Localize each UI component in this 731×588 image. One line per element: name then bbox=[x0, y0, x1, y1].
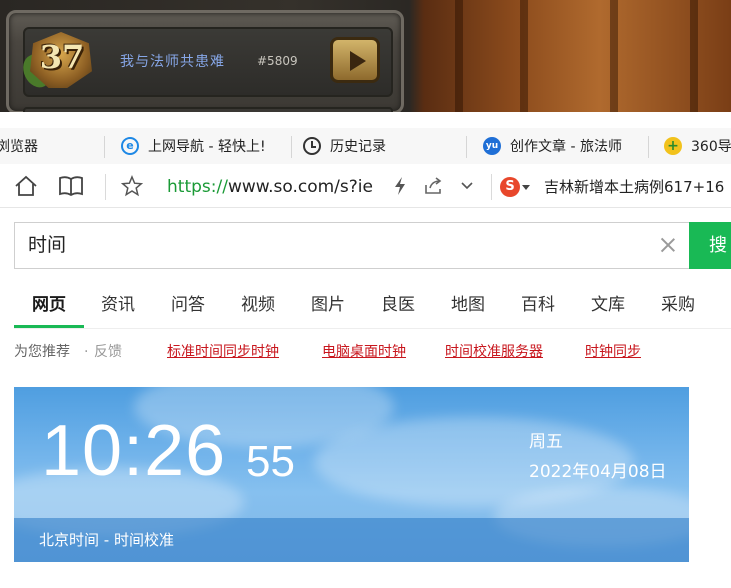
play-button[interactable] bbox=[330, 37, 380, 83]
bookmark-label: 360导 bbox=[691, 139, 731, 155]
book-icon bbox=[59, 176, 83, 197]
bookmark-history[interactable]: 历史记录 bbox=[303, 128, 386, 164]
bookmark-label: 上网导航 - 轻快上! bbox=[148, 139, 266, 155]
url-scheme: https:// bbox=[167, 177, 228, 197]
recommend-label: 为您推荐 bbox=[14, 344, 70, 360]
bookmark-article[interactable]: yu 创作文章 - 旅法师 bbox=[483, 128, 634, 164]
bookmark-label: 创作文章 - 旅法师 bbox=[510, 139, 622, 155]
address-bar[interactable]: https://www.so.com/s?ie bbox=[167, 174, 373, 200]
tab-doctor[interactable]: 良医 bbox=[381, 283, 415, 327]
bookmark-divider bbox=[104, 136, 105, 158]
chevron-down-icon bbox=[461, 182, 473, 190]
yu-icon: yu bbox=[483, 137, 501, 155]
bookmark-label: 浏览器 bbox=[0, 139, 38, 155]
player-level: 37 bbox=[39, 38, 85, 76]
recommend-link[interactable]: 时间校准服务器 bbox=[445, 340, 543, 364]
tab-images[interactable]: 图片 bbox=[311, 283, 345, 327]
toolbar-divider bbox=[105, 174, 106, 200]
bookmarks-bar: 浏览器 e 上网导航 - 轻快上! 历史记录 yu 创作文章 - 旅法师 + 3… bbox=[0, 128, 731, 164]
feedback-link[interactable]: 反馈 bbox=[94, 340, 122, 364]
bookmark-label: 历史记录 bbox=[330, 139, 386, 155]
dropdown-button[interactable] bbox=[453, 172, 481, 200]
search-button[interactable]: 搜 bbox=[689, 222, 731, 269]
play-icon bbox=[350, 51, 366, 71]
search-engine-selector[interactable]: S bbox=[500, 176, 538, 198]
lightning-icon bbox=[395, 177, 405, 195]
wood-texture bbox=[520, 0, 528, 112]
time-card-footer: 北京时间 - 时间校准 bbox=[14, 518, 689, 562]
trending-news[interactable]: 吉林新增本土病例617+16 bbox=[544, 174, 724, 200]
clock-icon bbox=[303, 137, 321, 155]
tab-news[interactable]: 资讯 bbox=[101, 283, 135, 327]
toolbar-divider bbox=[491, 174, 492, 200]
tab-baike[interactable]: 百科 bbox=[521, 283, 555, 327]
bookmark-divider bbox=[466, 136, 467, 158]
bookmark-nav[interactable]: e 上网导航 - 轻快上! bbox=[121, 128, 270, 164]
current-time: 10:26 bbox=[41, 411, 227, 491]
recommend-link[interactable]: 标准时间同步时钟 bbox=[167, 340, 279, 364]
ie-icon: e bbox=[121, 137, 139, 155]
tab-web[interactable]: 网页 bbox=[32, 283, 66, 327]
search-input[interactable]: 时间 bbox=[14, 222, 690, 269]
home-button[interactable] bbox=[12, 172, 40, 200]
search-query: 时间 bbox=[28, 234, 67, 256]
tab-qa[interactable]: 问答 bbox=[171, 283, 205, 327]
separator-dot: · bbox=[84, 344, 89, 360]
game-banner: 37 我与法师共患难 #5809 bbox=[0, 0, 731, 112]
wood-texture bbox=[455, 0, 463, 112]
search-tabs: 网页 资讯 问答 视频 图片 良医 地图 百科 文库 采购 bbox=[14, 283, 731, 329]
bookmark-divider bbox=[291, 136, 292, 158]
bookmark-browser[interactable]: 浏览器 bbox=[0, 128, 38, 164]
recommend-link[interactable]: 时钟同步 bbox=[585, 340, 641, 364]
wood-texture bbox=[610, 0, 618, 112]
page: 37 我与法师共患难 #5809 浏览器 e 上网导航 - 轻快上! 历史记录 … bbox=[0, 0, 731, 588]
current-seconds: 55 bbox=[246, 437, 295, 486]
current-date: 2022年04月08日 bbox=[529, 462, 667, 482]
time-card: 10:26 55 周五 2022年04月08日 北京时间 - 时间校准 bbox=[14, 387, 689, 562]
share-icon bbox=[425, 177, 442, 194]
player-name: 我与法师共患难 bbox=[120, 54, 225, 70]
beijing-time-link[interactable]: 北京时间 - 时间校准 bbox=[39, 518, 174, 562]
share-button[interactable] bbox=[420, 172, 448, 200]
favorite-button[interactable] bbox=[118, 172, 146, 200]
url-text: www.so.com/s?ie bbox=[227, 177, 373, 197]
star-icon bbox=[121, 175, 143, 197]
360-icon: + bbox=[664, 137, 682, 155]
tab-map[interactable]: 地图 bbox=[451, 283, 485, 327]
wood-texture bbox=[690, 0, 698, 112]
address-toolbar: https://www.so.com/s?ie S 吉林新增本土病例617+16 bbox=[0, 164, 731, 208]
sogou-icon: S bbox=[500, 177, 520, 197]
tab-library[interactable]: 文库 bbox=[591, 283, 625, 327]
reading-mode-button[interactable] bbox=[57, 172, 85, 200]
player-panel-bar bbox=[23, 107, 393, 112]
active-tab-indicator bbox=[14, 325, 84, 328]
current-weekday: 周五 bbox=[529, 432, 563, 452]
bookmark-360[interactable]: + 360导 bbox=[664, 128, 731, 164]
recommendations: 为您推荐 · 反馈 标准时间同步时钟 电脑桌面时钟 时间校准服务器 时钟同步 bbox=[14, 340, 731, 364]
home-icon bbox=[15, 175, 37, 196]
caret-down-icon bbox=[522, 184, 530, 190]
tab-purchase[interactable]: 采购 bbox=[661, 283, 695, 327]
bookmark-divider bbox=[648, 136, 649, 158]
recommend-link[interactable]: 电脑桌面时钟 bbox=[322, 340, 406, 364]
tab-video[interactable]: 视频 bbox=[241, 283, 275, 327]
clear-icon[interactable] bbox=[658, 235, 678, 255]
speed-mode-button[interactable] bbox=[386, 172, 414, 200]
player-tag: #5809 bbox=[257, 54, 298, 68]
